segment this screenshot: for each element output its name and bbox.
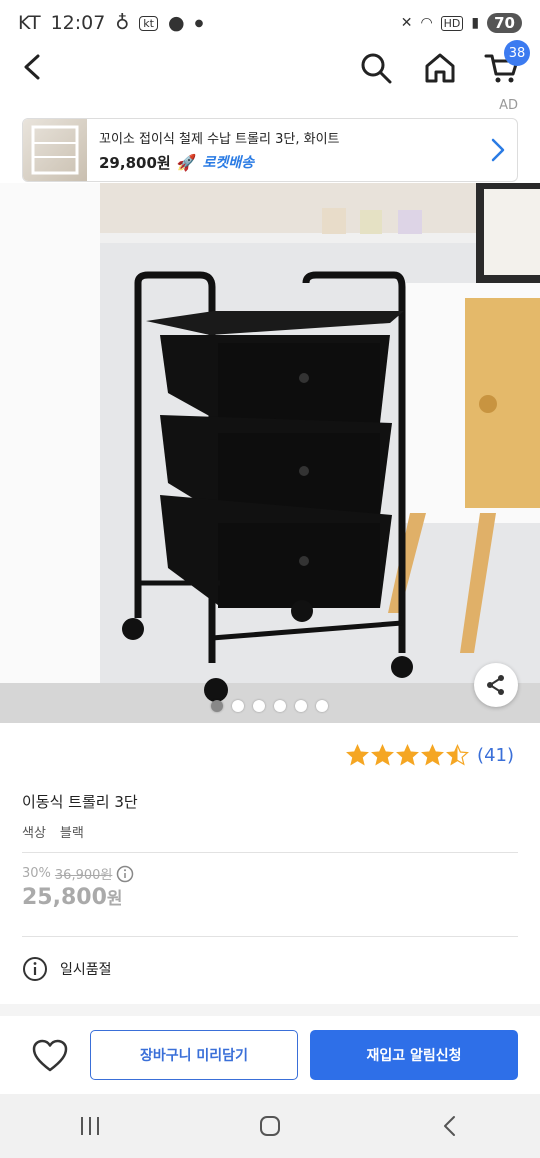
- back-chevron-icon: [444, 1116, 455, 1136]
- star-icon: [371, 744, 395, 766]
- cart-count-badge: 38: [504, 40, 530, 66]
- sale-price: 25,800원: [22, 884, 123, 910]
- product-image[interactable]: [0, 183, 540, 723]
- stars-container: [346, 744, 470, 767]
- status-bar: KT 12:07 ♁ kt ● ● ✕ ◠ HD ▮ 70: [0, 0, 540, 46]
- back-arrow-icon[interactable]: [16, 50, 50, 84]
- pagination-dot[interactable]: [316, 700, 328, 712]
- search-icon[interactable]: [358, 50, 394, 86]
- carrier-label: KT: [18, 12, 41, 34]
- signal-icon: ▮: [471, 15, 480, 31]
- home-icon[interactable]: [422, 50, 458, 86]
- header: 38: [0, 40, 540, 90]
- review-count-link[interactable]: (41): [477, 745, 514, 766]
- star-icon: [396, 744, 420, 766]
- wifi-icon: ◠: [420, 15, 433, 31]
- home-nav-button[interactable]: [250, 1106, 290, 1146]
- bottom-action-bar: 장바구니 미리담기 재입고 알림신청: [0, 1016, 540, 1094]
- rating-stars[interactable]: (41): [346, 744, 514, 767]
- stock-status-label: 일시품절: [60, 962, 112, 978]
- pagination-dot[interactable]: [253, 700, 265, 712]
- divider: [22, 936, 518, 937]
- sale-price-value: 25,800: [22, 885, 107, 910]
- ad-price: 29,800원: [99, 153, 171, 172]
- pagination-dot[interactable]: [211, 700, 223, 712]
- recent-apps-button[interactable]: [70, 1106, 110, 1146]
- share-button[interactable]: [474, 663, 518, 707]
- ad-title: 꼬이소 접이식 철제 수납 트롤리 3단, 화이트: [99, 131, 340, 147]
- ad-banner[interactable]: 꼬이소 접이식 철제 수납 트롤리 3단, 화이트 29,800원 🚀 로켓배송: [22, 118, 518, 182]
- star-icon: [446, 744, 470, 766]
- pagination-dot[interactable]: [232, 700, 244, 712]
- restock-alert-button[interactable]: 재입고 알림신청: [310, 1030, 518, 1080]
- home-circle-icon: [260, 1116, 280, 1136]
- pagination-dot[interactable]: [274, 700, 286, 712]
- chat-icon: ●: [167, 12, 185, 34]
- pagination-dot[interactable]: [295, 700, 307, 712]
- back-nav-button[interactable]: [430, 1106, 470, 1146]
- system-nav-bar: [0, 1094, 540, 1158]
- kt-app-icon: kt: [139, 15, 158, 31]
- product-name: 이동식 트롤리 3단: [22, 793, 138, 811]
- mute-icon: ✕: [400, 15, 413, 31]
- chevron-right-icon: [491, 138, 505, 162]
- more-notifications-icon: ●: [194, 17, 204, 29]
- clock: 12:07: [50, 12, 106, 34]
- section-separator: [0, 1004, 540, 1016]
- option-value: 블랙: [59, 826, 84, 841]
- wishlist-heart-icon[interactable]: [30, 1036, 70, 1076]
- star-icon: [346, 744, 370, 766]
- info-icon[interactable]: [116, 865, 134, 883]
- discount-rate: 30%: [22, 866, 51, 881]
- network-label: HD: [440, 15, 464, 31]
- sale-price-unit: 원: [106, 889, 123, 909]
- original-price: 36,900원: [54, 868, 113, 883]
- ad-label: AD: [499, 98, 518, 113]
- discount-row: 30% 36,900원: [22, 864, 134, 883]
- battery-indicator: 70: [487, 13, 522, 33]
- add-to-cart-button[interactable]: 장바구니 미리담기: [90, 1030, 298, 1080]
- rocket-icon: 🚀: [176, 152, 197, 172]
- info-circle-icon: [23, 957, 47, 981]
- ad-product-thumbnail: [23, 119, 87, 181]
- option-label: 색상: [22, 826, 46, 841]
- recent-apps-icon: [81, 1117, 99, 1135]
- option-row: 색상 블랙: [22, 822, 84, 841]
- rocket-delivery-label: 로켓배송: [202, 155, 255, 171]
- notification-icon: ♁: [115, 12, 130, 34]
- stock-status-row: 일시품절: [22, 956, 112, 982]
- star-icon: [421, 744, 445, 766]
- divider: [22, 852, 518, 853]
- share-icon: [487, 675, 504, 695]
- image-pagination-dots[interactable]: [211, 700, 328, 712]
